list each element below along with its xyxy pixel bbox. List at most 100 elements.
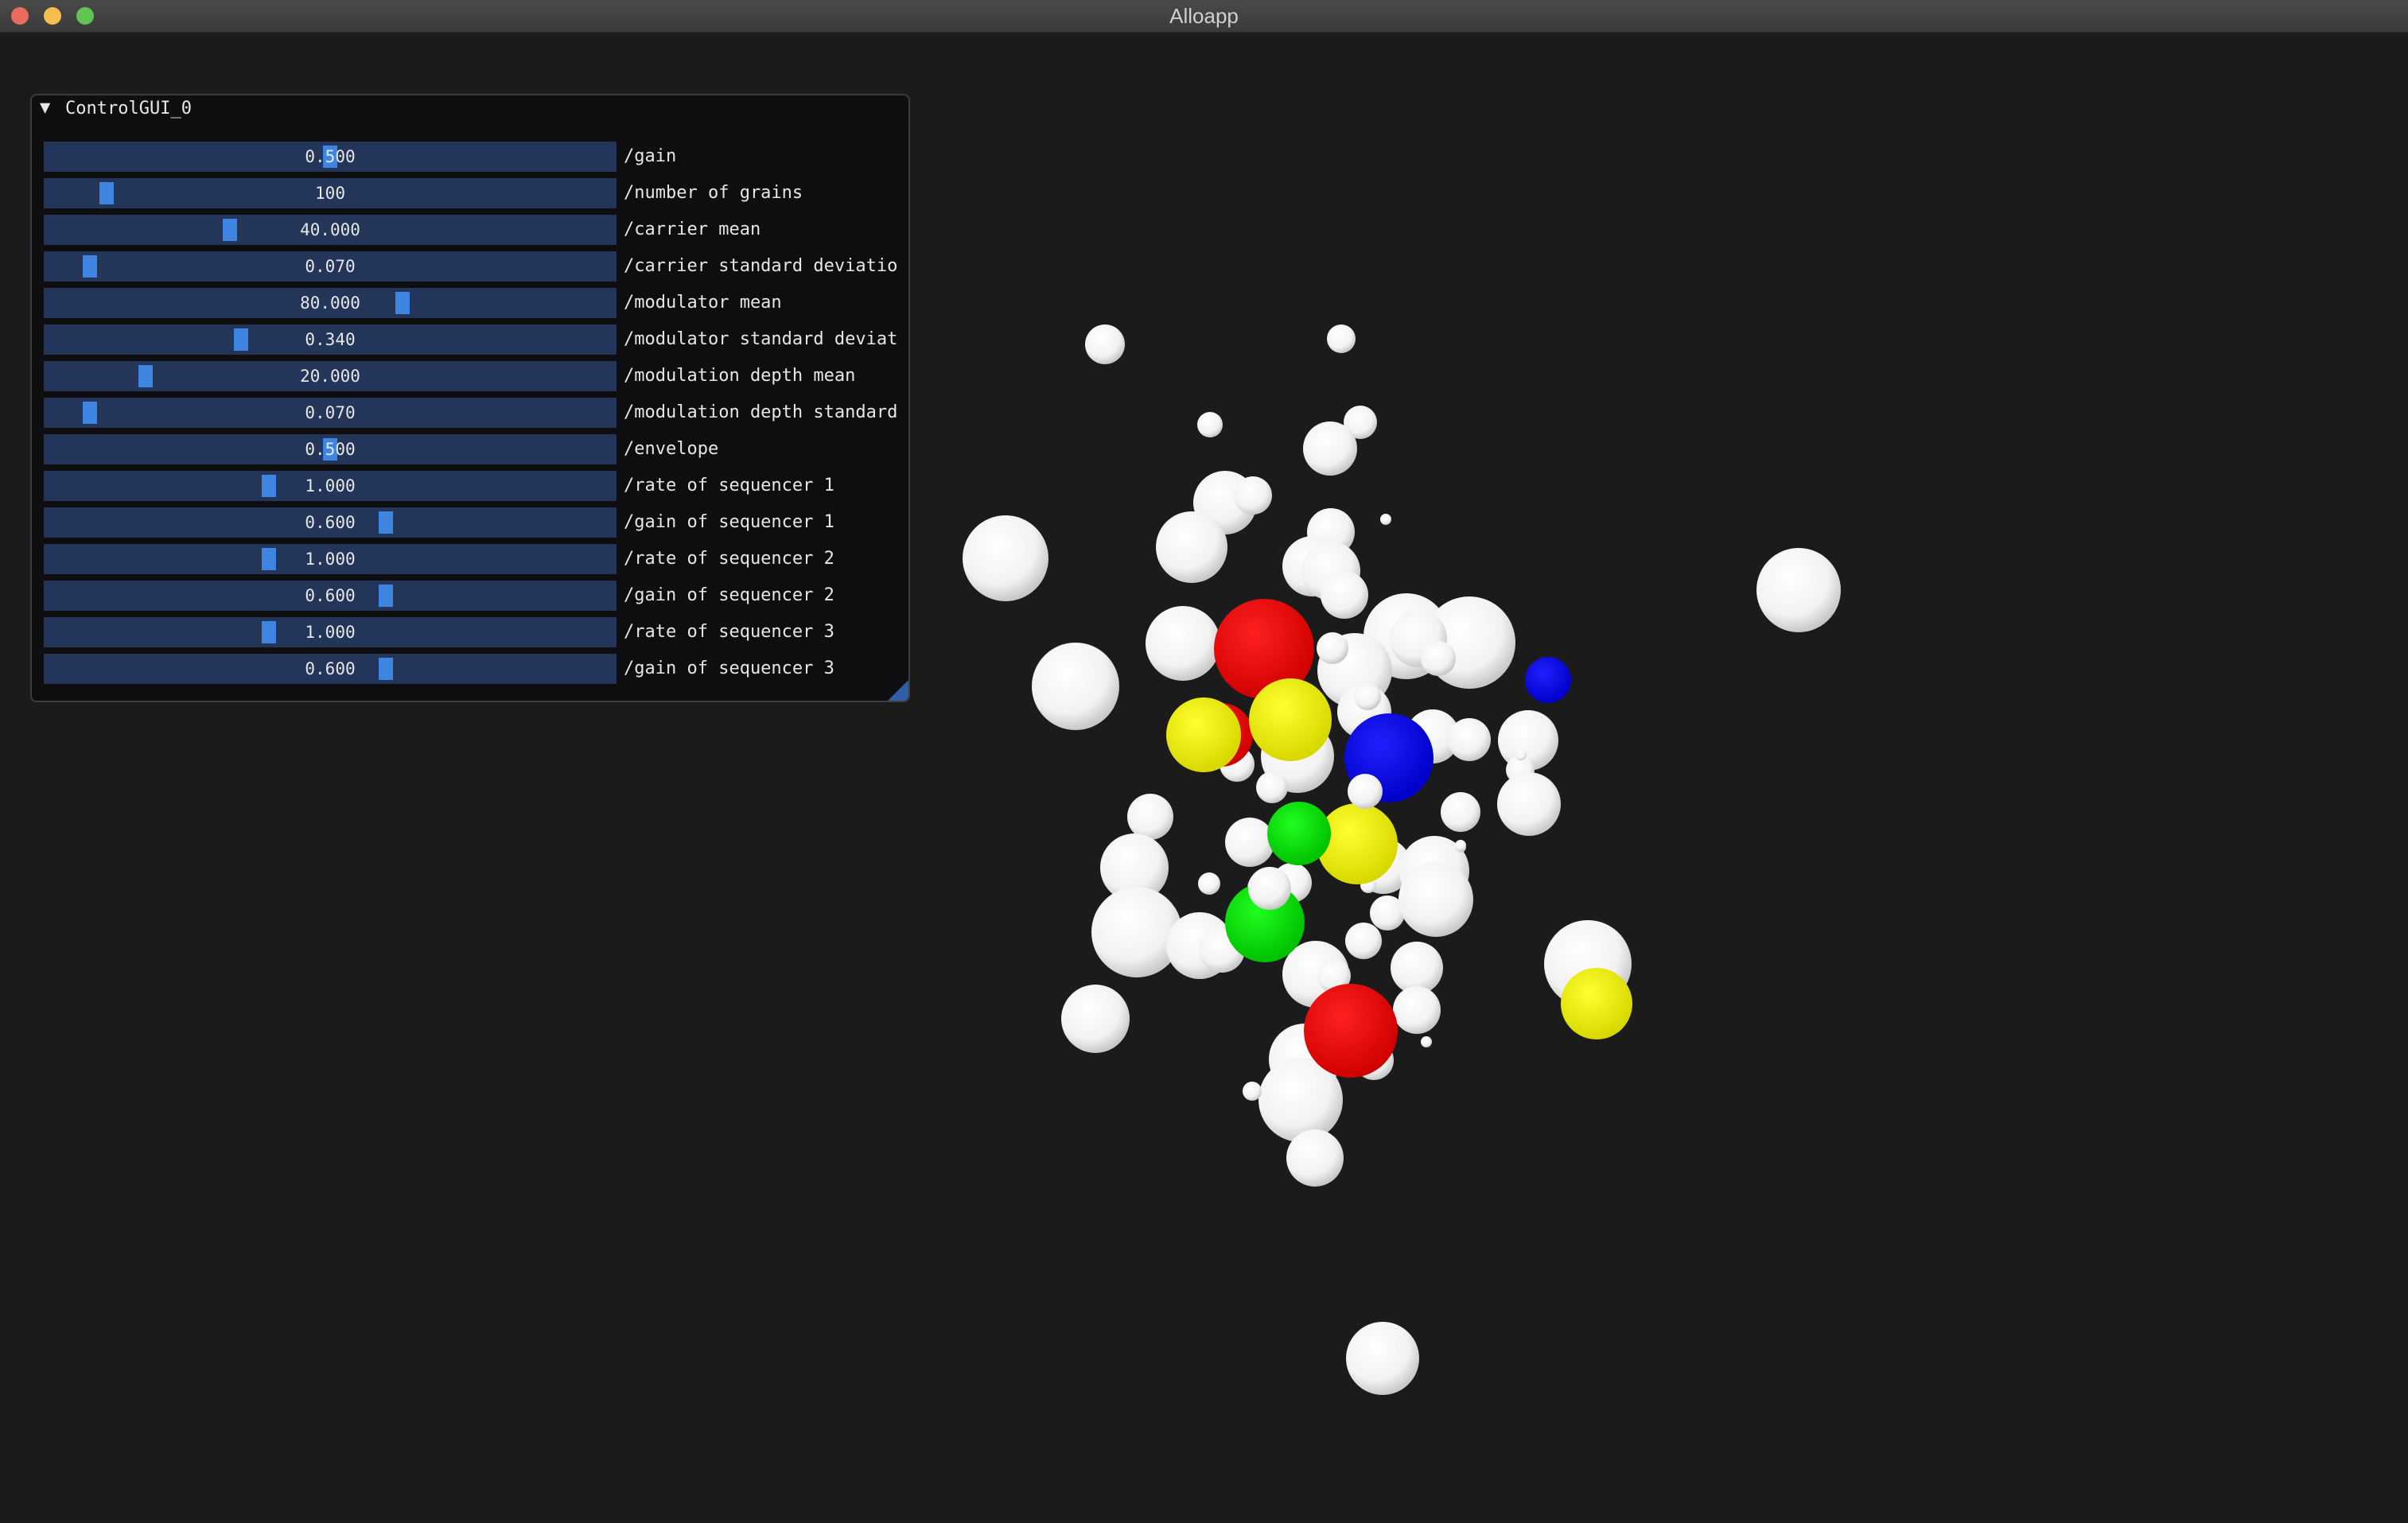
slider[interactable]: 0.600 bbox=[44, 581, 617, 611]
slider-label: /gain of sequencer 2 bbox=[624, 585, 834, 605]
white-sphere bbox=[1225, 818, 1274, 867]
slider-label: /gain bbox=[624, 146, 677, 166]
slider-label: /modulation depth mean bbox=[624, 366, 856, 386]
slider[interactable]: 1.000 bbox=[44, 544, 617, 574]
slider[interactable]: 0.600 bbox=[44, 654, 617, 684]
white-sphere bbox=[1248, 867, 1291, 910]
slider-row: 40.000/carrier mean bbox=[44, 215, 908, 245]
slider-value: 40.000 bbox=[300, 220, 360, 239]
white-sphere bbox=[1348, 774, 1383, 809]
white-sphere bbox=[1399, 862, 1473, 937]
slider-row: 1.000/rate of sequencer 1 bbox=[44, 471, 908, 501]
white-sphere bbox=[1198, 872, 1220, 895]
white-sphere bbox=[1421, 641, 1456, 676]
slider-value: 0.500 bbox=[305, 440, 356, 459]
slider-label: /rate of sequencer 3 bbox=[624, 622, 834, 642]
white-sphere bbox=[1421, 1036, 1432, 1047]
slider-label: /carrier standard deviatio bbox=[624, 256, 898, 276]
control-gui-panel: ▼ ControlGUI_0 0.500/gain 100/number of g… bbox=[30, 94, 910, 702]
slider[interactable]: 100 bbox=[44, 178, 617, 208]
white-sphere bbox=[1091, 887, 1182, 977]
white-sphere bbox=[1321, 571, 1368, 619]
white-sphere bbox=[1197, 412, 1223, 437]
white-sphere bbox=[1127, 794, 1173, 840]
slider[interactable]: 40.000 bbox=[44, 215, 617, 245]
white-sphere bbox=[1345, 923, 1382, 959]
white-sphere bbox=[1243, 1082, 1262, 1101]
blue-sphere bbox=[1525, 657, 1571, 703]
slider-value: 0.600 bbox=[305, 659, 356, 678]
slider-row: 100/number of grains bbox=[44, 178, 908, 208]
white-sphere bbox=[1497, 772, 1561, 836]
slider-row: 0.600/gain of sequencer 3 bbox=[44, 654, 908, 684]
slider[interactable]: 0.070 bbox=[44, 251, 617, 282]
white-sphere bbox=[1354, 683, 1381, 710]
white-sphere bbox=[1448, 718, 1491, 761]
white-sphere bbox=[1455, 840, 1466, 851]
slider-row: 1.000/rate of sequencer 3 bbox=[44, 617, 908, 647]
white-sphere bbox=[1032, 643, 1119, 730]
white-sphere bbox=[1515, 749, 1527, 760]
title-bar: Alloapp bbox=[0, 0, 2408, 33]
slider-value: 0.600 bbox=[305, 586, 356, 605]
slider[interactable]: 0.500 bbox=[44, 142, 617, 172]
slider-label: /rate of sequencer 1 bbox=[624, 476, 834, 495]
white-sphere bbox=[1317, 632, 1348, 664]
resize-grip-icon[interactable] bbox=[888, 680, 908, 701]
white-sphere bbox=[1346, 1322, 1419, 1395]
slider-row: 20.000/modulation depth mean bbox=[44, 361, 908, 391]
slider-row: 0.500/envelope bbox=[44, 434, 908, 464]
slider-row: 80.000/modulator mean bbox=[44, 288, 908, 318]
panel-header[interactable]: ▼ ControlGUI_0 bbox=[32, 95, 908, 124]
green-sphere bbox=[1267, 802, 1331, 865]
slider[interactable]: 0.070 bbox=[44, 398, 617, 428]
white-sphere bbox=[1146, 606, 1220, 681]
slider[interactable]: 1.000 bbox=[44, 617, 617, 647]
slider-row: 0.340/modulator standard deviat bbox=[44, 324, 908, 355]
white-sphere bbox=[1303, 422, 1357, 476]
slider-value: 20.000 bbox=[300, 367, 360, 386]
slider-value: 1.000 bbox=[305, 476, 356, 495]
panel-title: ControlGUI_0 bbox=[65, 99, 192, 118]
slider-label: /modulator mean bbox=[624, 293, 782, 313]
slider-label: /envelope bbox=[624, 439, 719, 459]
slider-label: /rate of sequencer 2 bbox=[624, 549, 834, 569]
slider-row: 0.600/gain of sequencer 2 bbox=[44, 581, 908, 611]
triangle-down-icon[interactable]: ▼ bbox=[40, 98, 50, 118]
yellow-sphere bbox=[1249, 678, 1332, 761]
slider[interactable]: 80.000 bbox=[44, 288, 617, 318]
white-sphere bbox=[1156, 511, 1227, 583]
slider-row: 0.070/modulation depth standard bbox=[44, 398, 908, 428]
white-sphere bbox=[1756, 548, 1841, 632]
slider-row: 0.500/gain bbox=[44, 142, 908, 172]
slider-label: /number of grains bbox=[624, 183, 803, 203]
slider-value: 0.600 bbox=[305, 513, 356, 532]
slider-value: 0.340 bbox=[305, 330, 356, 349]
slider-row: 0.070/carrier standard deviatio bbox=[44, 251, 908, 282]
slider[interactable]: 0.340 bbox=[44, 324, 617, 355]
slider-row: 0.600/gain of sequencer 1 bbox=[44, 507, 908, 538]
white-sphere bbox=[1380, 514, 1391, 525]
slider-label: /modulator standard deviat bbox=[624, 329, 898, 349]
3d-viewport[interactable]: ▼ ControlGUI_0 0.500/gain 100/number of g… bbox=[0, 32, 2408, 1523]
slider-value: 80.000 bbox=[300, 293, 360, 313]
white-sphere bbox=[1441, 792, 1480, 832]
white-sphere bbox=[1061, 985, 1130, 1053]
slider-value: 1.000 bbox=[305, 623, 356, 642]
window-title: Alloapp bbox=[1169, 4, 1239, 28]
yellow-sphere bbox=[1166, 697, 1241, 772]
yellow-sphere bbox=[1561, 968, 1632, 1039]
slider-value: 1.000 bbox=[305, 550, 356, 569]
slider-label: /carrier mean bbox=[624, 220, 761, 239]
white-sphere bbox=[1234, 476, 1272, 515]
slider[interactable]: 0.500 bbox=[44, 434, 617, 464]
white-sphere bbox=[1327, 324, 1356, 353]
slider-value: 100 bbox=[315, 184, 345, 203]
slider[interactable]: 0.600 bbox=[44, 507, 617, 538]
slider[interactable]: 1.000 bbox=[44, 471, 617, 501]
slider-row: 1.000/rate of sequencer 2 bbox=[44, 544, 908, 574]
slider-label: /gain of sequencer 1 bbox=[624, 512, 834, 532]
slider-label: /modulation depth standard bbox=[624, 402, 898, 422]
slider[interactable]: 20.000 bbox=[44, 361, 617, 391]
white-sphere bbox=[1256, 771, 1288, 803]
